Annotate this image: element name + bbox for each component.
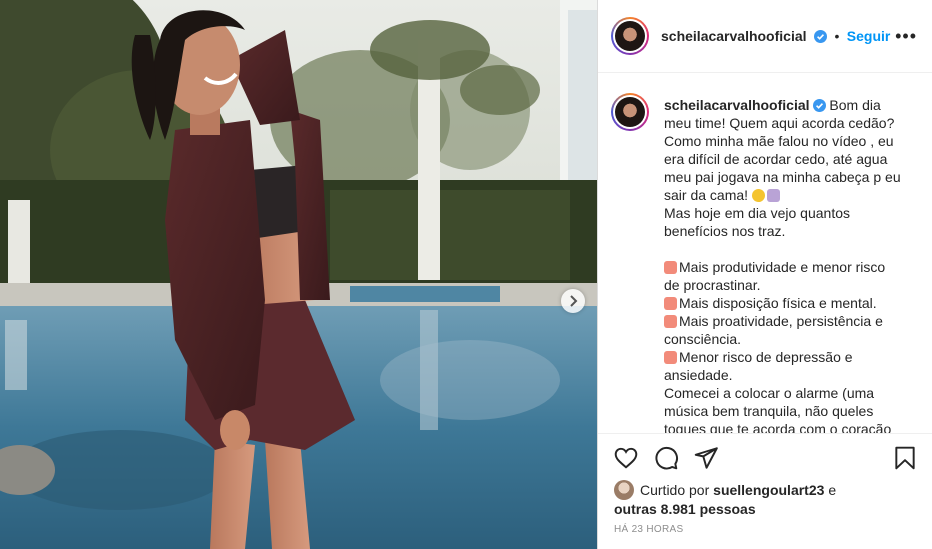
bookmark-icon[interactable] bbox=[892, 445, 918, 471]
likes-summary: Curtido por suellengoulart23 e outras 8.… bbox=[614, 480, 836, 518]
post-photo bbox=[0, 0, 597, 549]
header-user-row: scheilacarvalhooficial • Seguir bbox=[661, 28, 890, 46]
paper-plane-icon[interactable] bbox=[693, 445, 719, 471]
caption-area: scheilacarvalhooficial Bom dia meu time!… bbox=[598, 73, 932, 433]
avatar[interactable] bbox=[611, 17, 649, 55]
header-username[interactable]: scheilacarvalhooficial bbox=[661, 28, 807, 44]
likes-count[interactable]: outras 8.981 pessoas bbox=[614, 501, 756, 517]
caption-username[interactable]: scheilacarvalhooficial bbox=[664, 97, 810, 113]
post-actions: Curtido por suellengoulart23 e outras 8.… bbox=[598, 433, 932, 549]
liker-username[interactable]: suellengoulart23 bbox=[713, 482, 824, 498]
woman-facepalming-emoji-icon bbox=[766, 189, 780, 202]
caption-line: Mais disposição física e mental. bbox=[679, 295, 877, 311]
liker-avatar[interactable] bbox=[614, 480, 634, 500]
comment-icon[interactable] bbox=[653, 445, 679, 471]
caption-line: Como minha mãe falou no vídeo , eu era d… bbox=[664, 133, 901, 203]
header-separator: • bbox=[834, 28, 840, 44]
likes-conjunction: e bbox=[828, 482, 837, 498]
heart-icon[interactable] bbox=[613, 445, 639, 471]
caption-text: scheilacarvalhooficial Bom dia meu time!… bbox=[664, 96, 904, 433]
alarm-clock-icon bbox=[664, 261, 677, 274]
caption-line: Comecei a colocar o alarme (uma música b… bbox=[664, 385, 892, 433]
likes-prefix: Curtido por bbox=[640, 482, 710, 498]
post-image bbox=[0, 0, 597, 549]
caption-line: Mais produtividade e menor risco de proc… bbox=[664, 259, 886, 293]
caption-line: Menor risco de depressão e ansiedade. bbox=[664, 349, 853, 383]
caption-line: Mais proatividade, persistência e consci… bbox=[664, 313, 883, 347]
post-header: scheilacarvalhooficial • Seguir ••• bbox=[598, 0, 932, 73]
alarm-clock-icon bbox=[664, 315, 677, 328]
caption-avatar[interactable] bbox=[611, 93, 649, 131]
verified-badge-icon bbox=[813, 30, 827, 43]
post-side-panel: scheilacarvalhooficial • Seguir ••• sche… bbox=[597, 0, 932, 549]
alarm-clock-icon bbox=[664, 351, 677, 364]
follow-button[interactable]: Seguir bbox=[847, 28, 891, 44]
more-options-button[interactable]: ••• bbox=[895, 27, 917, 45]
post-timestamp[interactable]: HÁ 23 HORAS bbox=[614, 524, 683, 535]
caption-line: Mas hoje em dia vejo quantos benefícios … bbox=[664, 205, 850, 239]
alarm-clock-icon bbox=[664, 297, 677, 310]
next-image-button[interactable] bbox=[561, 289, 585, 313]
rolling-laughing-emoji-icon bbox=[751, 189, 765, 202]
chevron-right-icon bbox=[570, 295, 578, 307]
verified-badge-icon bbox=[812, 99, 826, 112]
